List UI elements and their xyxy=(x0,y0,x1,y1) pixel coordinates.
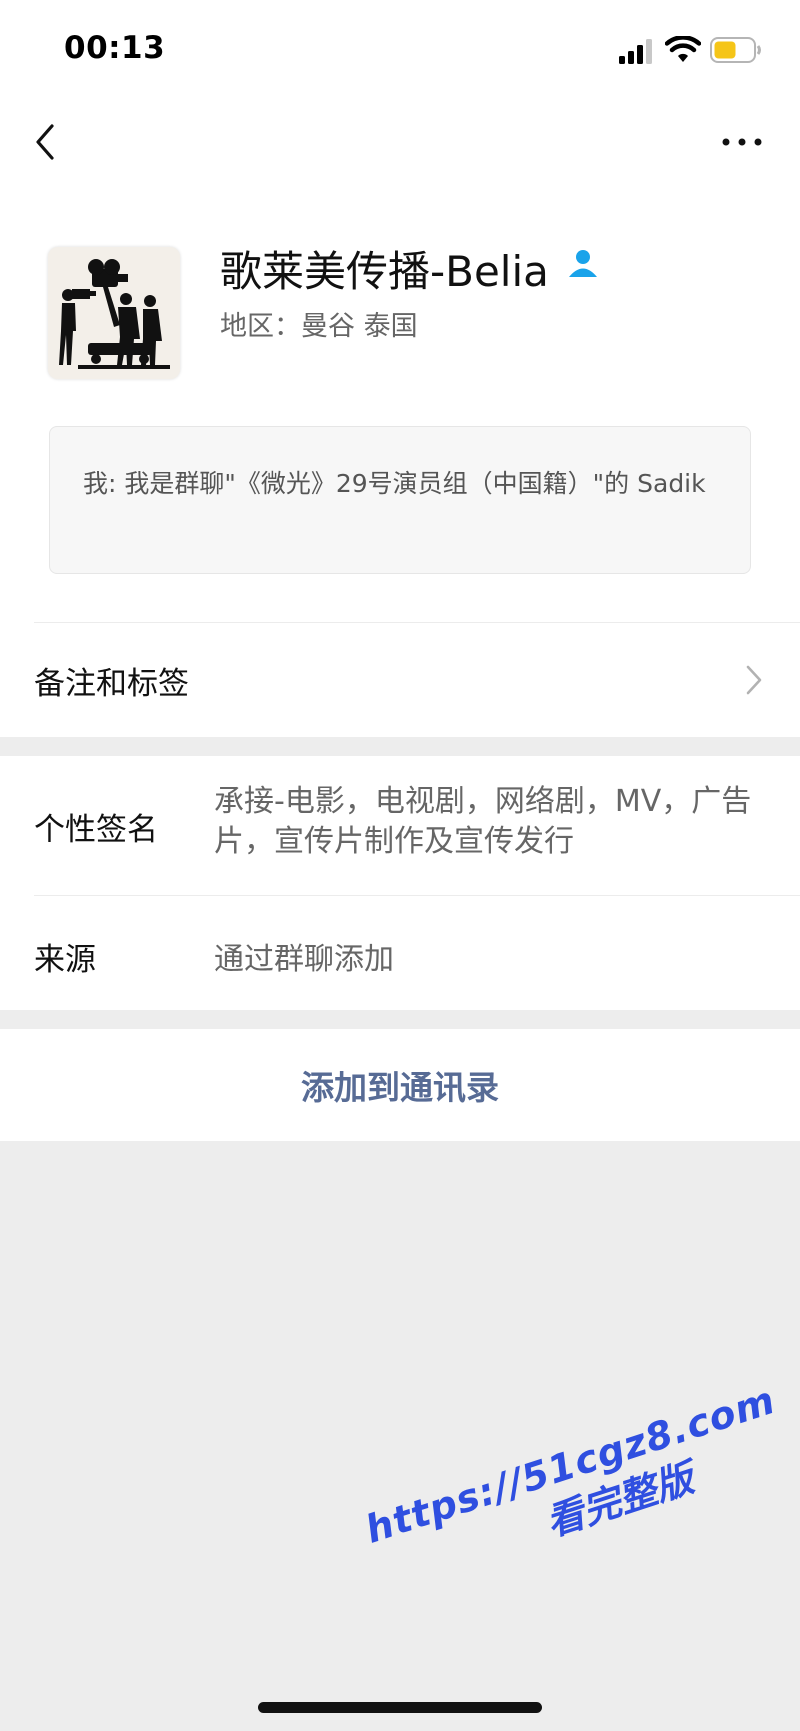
back-icon[interactable] xyxy=(30,120,60,164)
more-icon[interactable] xyxy=(720,130,764,154)
profile-card: 歌莱美传播-Belia 地区：曼谷 泰国 我: 我是群聊"《微光》29号演员组（… xyxy=(0,186,800,737)
signature-label: 个性签名 xyxy=(34,812,158,848)
divider xyxy=(34,895,800,896)
verification-message: 我: 我是群聊"《微光》29号演员组（中国籍）"的 Sadik xyxy=(49,426,751,574)
contact-profile-screen: 00:13 歌莱美传播-Belia 地区：曼谷 泰国 我: 我是群聊"《微光》2… xyxy=(0,0,800,1731)
add-to-contacts-button[interactable]: 添加到通讯录 xyxy=(0,1029,800,1141)
profile-name: 歌莱美传播-Belia xyxy=(220,247,549,296)
signature-value: 承接-电影，电视剧，网络剧，MV，广告片，宣传片制作及宣传发行 xyxy=(214,784,752,859)
watermark: https://51cgz8.com 看完整版 xyxy=(360,1378,789,1600)
source-value: 通过群聊添加 xyxy=(214,942,394,977)
status-bar: 00:13 xyxy=(0,0,800,100)
battery-icon xyxy=(710,37,761,63)
action-card: 添加到通讯录 xyxy=(0,1029,800,1141)
remarks-label: 备注和标签 xyxy=(34,666,189,702)
person-badge-icon xyxy=(569,250,597,277)
status-time: 00:13 xyxy=(64,30,166,66)
home-indicator xyxy=(258,1702,542,1713)
film-crew-silhouette-image xyxy=(48,247,180,379)
source-label: 来源 xyxy=(34,942,96,978)
cellular-signal-icon xyxy=(619,39,652,64)
info-card: 个性签名 承接-电影，电视剧，网络剧，MV，广告片，宣传片制作及宣传发行 来源 … xyxy=(0,756,800,1010)
remarks-and-tags-row[interactable]: 备注和标签 xyxy=(0,623,800,737)
wifi-icon xyxy=(665,36,701,62)
profile-region: 地区：曼谷 泰国 xyxy=(220,311,418,342)
nav-bar xyxy=(0,100,800,186)
avatar[interactable] xyxy=(48,247,180,379)
chevron-right-icon xyxy=(746,665,762,695)
